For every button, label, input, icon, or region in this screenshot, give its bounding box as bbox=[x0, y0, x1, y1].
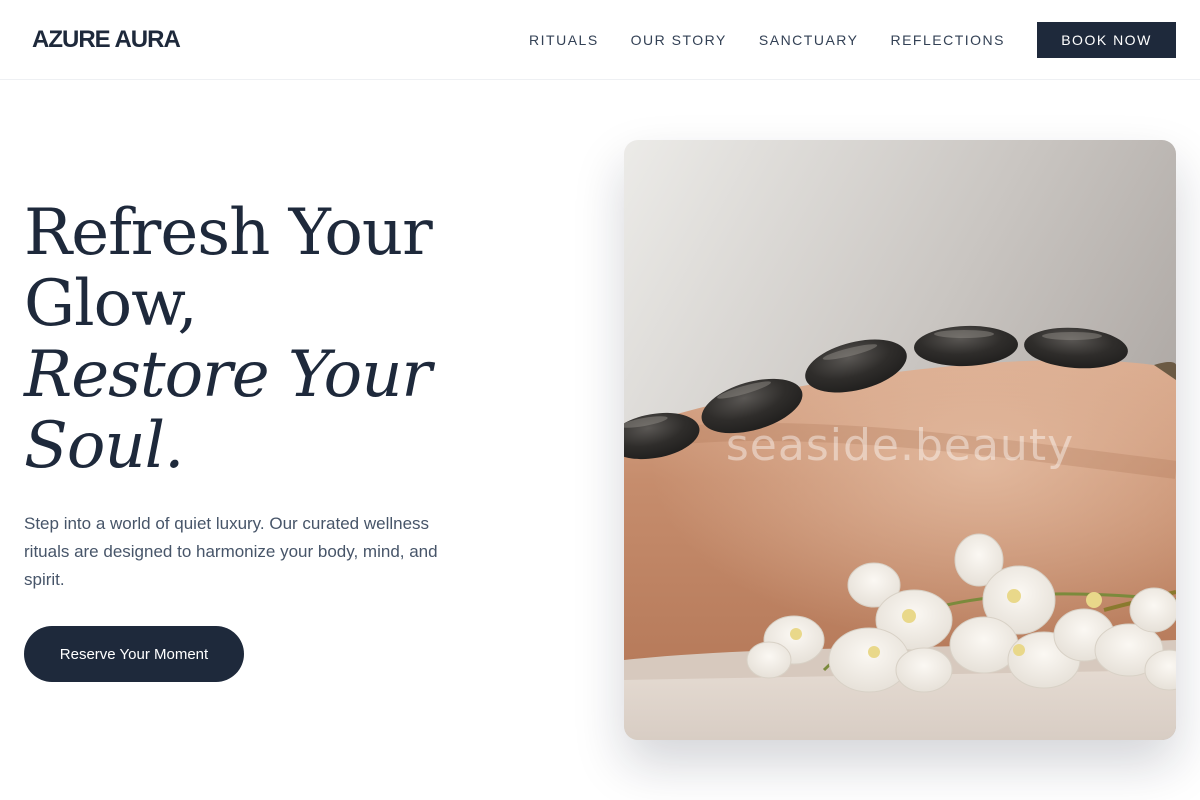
brand-logo[interactable]: AZURE AURA bbox=[32, 24, 181, 56]
nav-our-story[interactable]: OUR STORY bbox=[631, 30, 727, 50]
reserve-moment-button[interactable]: Reserve Your Moment bbox=[24, 626, 244, 682]
nav-rituals[interactable]: RITUALS bbox=[529, 30, 599, 50]
hot-stone-massage-photo bbox=[624, 140, 1176, 740]
site-header: AZURE AURA RITUALS OUR STORY SANCTUARY R… bbox=[0, 0, 1200, 80]
nav-sanctuary[interactable]: SANCTUARY bbox=[759, 30, 859, 50]
book-now-button[interactable]: BOOK NOW bbox=[1037, 22, 1176, 58]
hero-title-italic-line: Restore Your bbox=[24, 338, 432, 412]
hero-image bbox=[624, 140, 1176, 740]
nav-reflections[interactable]: REFLECTIONS bbox=[890, 30, 1005, 50]
hero-title: Refresh Your Glow, Restore Your Soul. bbox=[24, 198, 564, 482]
hero-title-line: Refresh Your bbox=[24, 196, 433, 270]
main-nav: RITUALS OUR STORY SANCTUARY REFLECTIONS bbox=[529, 30, 1005, 50]
hero-description: Step into a world of quiet luxury. Our c… bbox=[24, 514, 438, 589]
hero-title-italic-line: Soul. bbox=[24, 409, 184, 483]
hero-title-line: Glow, bbox=[24, 267, 198, 341]
